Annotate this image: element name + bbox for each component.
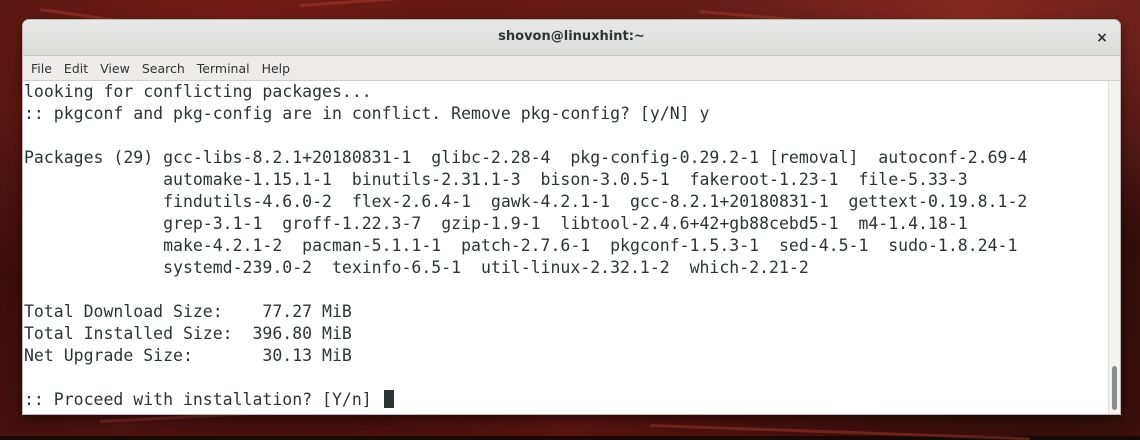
menu-terminal[interactable]: Terminal [192,61,255,76]
terminal-line: :: pkgconf and pkg-config are in conflic… [24,104,710,123]
terminal-line: findutils-4.6.0-2 flex-2.6.4-1 gawk-4.2.… [24,192,1028,211]
close-button[interactable]: × [1092,28,1112,48]
vertical-scrollbar[interactable] [1108,81,1120,414]
prompt-line: :: Proceed with installation? [Y/n] [24,389,394,411]
terminal-line: Total Download Size: 77.27 MiB [24,302,352,321]
wallpaper-streak [299,0,560,7]
terminal-line: systemd-239.0-2 texinfo-6.5-1 util-linux… [24,258,809,277]
terminal-window: shovon@linuxhint:~ × File Edit View Sear… [23,20,1120,414]
terminal-line: grep-3.1-1 groff-1.22.3-7 gzip-1.9-1 lib… [24,214,968,233]
scrollbar-thumb[interactable] [1112,366,1117,410]
wallpaper-streak [649,424,1030,440]
menu-help[interactable]: Help [257,61,296,76]
title-bar[interactable]: shovon@linuxhint:~ × [23,20,1120,56]
terminal-line: looking for conflicting packages... [24,82,372,101]
menu-edit[interactable]: Edit [59,61,93,76]
terminal-line: Packages (29) gcc-libs-8.2.1+20180831-1 … [24,148,1028,167]
terminal-line: automake-1.15.1-1 binutils-2.31.1-3 biso… [24,170,968,189]
terminal-line: Net Upgrade Size: 30.13 MiB [24,346,352,365]
terminal-output[interactable]: looking for conflicting packages... :: p… [23,81,1108,414]
menu-search[interactable]: Search [137,61,190,76]
text-cursor [383,390,394,408]
menu-bar: File Edit View Search Terminal Help [23,56,1120,81]
prompt-text: :: Proceed with installation? [Y/n] [24,390,382,409]
terminal-line: Total Installed Size: 396.80 MiB [24,324,352,343]
menu-view[interactable]: View [95,61,135,76]
menu-file[interactable]: File [26,61,57,76]
terminal-line: make-4.2.1-2 pacman-5.1.1-1 patch-2.7.6-… [24,236,1018,255]
window-title: shovon@linuxhint:~ [498,29,645,44]
